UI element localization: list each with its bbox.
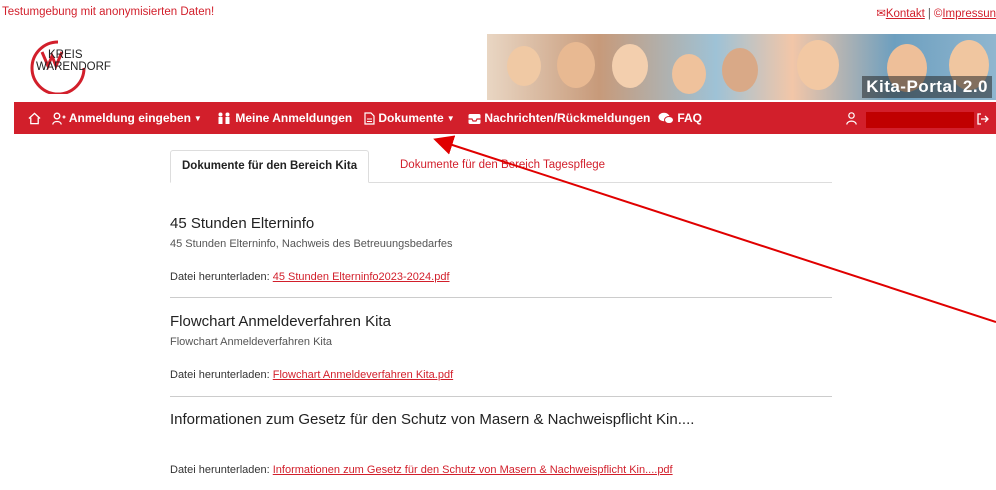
download-row: Datei herunterladen: Informationen zum G… — [170, 464, 673, 476]
logo-line2: WARENDORF — [36, 61, 111, 73]
document-description: 45 Stunden Elterninfo, Nachweis des Betr… — [170, 238, 453, 250]
contact-link[interactable]: Kontakt — [886, 8, 925, 20]
logo-text: KREIS WARENDORF — [36, 49, 111, 73]
inbox-icon — [468, 113, 481, 124]
nav-faq[interactable]: FAQ — [658, 102, 702, 134]
redacted-username — [866, 112, 974, 128]
document-title: Flowchart Anmeldeverfahren Kita — [170, 313, 391, 330]
divider — [170, 396, 832, 397]
tab-tagespflege[interactable]: Dokumente für den Bereich Tagespflege — [389, 150, 616, 181]
impressum-link[interactable]: Impressun — [942, 8, 996, 20]
top-links: ✉Kontakt | ©Impressun — [876, 6, 996, 20]
download-label: Datei herunterladen: — [170, 369, 270, 381]
link-separator: | — [927, 8, 931, 20]
child-face — [722, 48, 758, 92]
header-banner-image: Kita-Portal 2.0 — [487, 34, 996, 100]
nav-anmeldung-label: Anmeldung eingeben — [68, 111, 191, 125]
chevron-down-icon: ▼ — [193, 113, 202, 123]
nav-nachrichten-label: Nachrichten/Rückmeldungen — [484, 111, 651, 125]
nav-anmeldung-eingeben[interactable]: Anmeldung eingeben ▼ — [52, 102, 202, 134]
people-icon — [218, 112, 230, 125]
child-face — [557, 42, 595, 88]
document-description: Flowchart Anmeldeverfahren Kita — [170, 336, 333, 348]
document-item: 45 Stunden Elterninfo 45 Stunden Elterni… — [170, 215, 832, 295]
nav-nachrichten[interactable]: Nachrichten/Rückmeldungen — [468, 102, 650, 134]
chevron-down-icon: ▼ — [446, 113, 455, 123]
download-link[interactable]: Flowchart Anmeldeverfahren Kita.pdf — [273, 369, 453, 381]
document-item: Flowchart Anmeldeverfahren Kita Flowchar… — [170, 313, 832, 393]
download-link[interactable]: Informationen zum Gesetz für den Schutz … — [273, 464, 673, 476]
download-link[interactable]: 45 Stunden Elterninfo2023-2024.pdf — [273, 271, 450, 283]
user-icon[interactable] — [846, 102, 857, 134]
main-navbar: Anmeldung eingeben ▼ Meine Anmeldungen Do… — [14, 102, 996, 134]
document-item: Informationen zum Gesetz für den Schutz … — [170, 411, 832, 481]
home-icon[interactable] — [28, 102, 41, 134]
document-title: 45 Stunden Elterninfo — [170, 215, 315, 232]
divider — [170, 297, 832, 298]
download-row: Datei herunterladen: 45 Stunden Elternin… — [170, 271, 450, 283]
envelope-icon: ✉ — [876, 8, 886, 20]
nav-faq-label: FAQ — [677, 111, 703, 125]
download-row: Datei herunterladen: Flowchart Anmeldeve… — [170, 369, 453, 381]
logout-icon[interactable] — [976, 102, 989, 134]
document-icon — [364, 112, 375, 125]
nav-dokumente-label: Dokumente — [378, 111, 444, 125]
banner-title: Kita-Portal 2.0 — [862, 76, 992, 98]
add-user-icon — [52, 112, 66, 126]
tab-kita[interactable]: Dokumente für den Bereich Kita — [170, 150, 370, 183]
logo-line1: KREIS — [48, 49, 83, 61]
nav-meine-label: Meine Anmeldungen — [235, 111, 353, 125]
document-tabs: Dokumente für den Bereich Kita Dokumente… — [170, 150, 832, 183]
child-face — [797, 40, 839, 90]
download-label: Datei herunterladen: — [170, 271, 270, 283]
nav-dokumente[interactable]: Dokumente ▼ — [364, 102, 455, 134]
chat-bubbles-icon — [658, 113, 674, 125]
download-label: Datei herunterladen: — [170, 464, 270, 476]
child-face — [507, 46, 541, 86]
document-title: Informationen zum Gesetz für den Schutz … — [170, 411, 695, 428]
nav-meine-anmeldungen[interactable]: Meine Anmeldungen — [216, 102, 352, 134]
test-environment-notice: Testumgebung mit anonymisierten Daten! — [2, 6, 215, 18]
kreis-warendorf-logo[interactable]: KREIS WARENDORF — [28, 38, 138, 94]
top-bar: Testumgebung mit anonymisierten Daten! ✉… — [0, 0, 996, 22]
child-face — [672, 54, 706, 94]
child-face — [612, 44, 648, 88]
